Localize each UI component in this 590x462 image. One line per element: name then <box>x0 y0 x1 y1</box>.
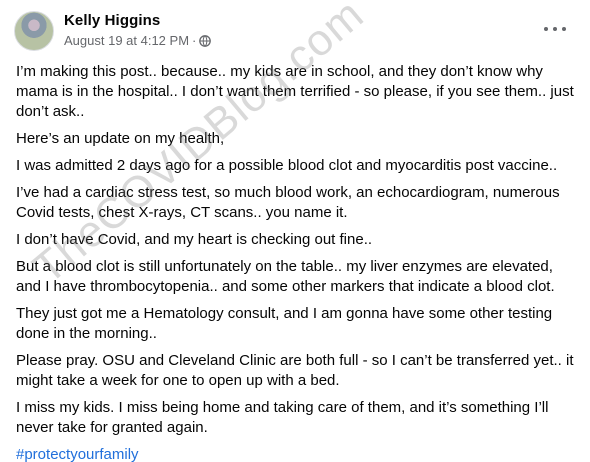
meta-separator: · <box>192 33 197 48</box>
globe-icon[interactable] <box>199 34 212 47</box>
post-timestamp[interactable]: August 19 at 4:12 PM <box>64 33 189 48</box>
post-paragraph: Please pray. OSU and Cleveland Clinic ar… <box>16 352 574 389</box>
post-paragraph: I miss my kids. I miss being home and ta… <box>16 399 549 436</box>
post-paragraph: I’m making this post.. because.. my kids… <box>16 63 574 120</box>
hashtag-link[interactable]: #protectyourfamily <box>16 446 139 462</box>
post-paragraph: I was admitted 2 days ago for a possible… <box>16 157 558 174</box>
post-paragraph: But a blood clot is still unfortunately … <box>16 258 555 295</box>
author-avatar[interactable] <box>14 11 54 51</box>
author-name[interactable]: Kelly Higgins <box>64 12 160 29</box>
post-meta: August 19 at 4:12 PM · <box>64 33 212 48</box>
more-options-icon[interactable] <box>544 22 566 36</box>
post-body: I’m making this post.. because.. my kids… <box>16 62 582 462</box>
post-paragraph: I don’t have Covid, and my heart is chec… <box>16 231 373 248</box>
post-paragraph: Here’s an update on my health, <box>16 130 225 147</box>
post-paragraph: They just got me a Hematology consult, a… <box>16 305 553 342</box>
facebook-post: Kelly Higgins August 19 at 4:12 PM · I’m… <box>0 0 590 462</box>
post-paragraph: I’ve had a cardiac stress test, so much … <box>16 184 560 221</box>
